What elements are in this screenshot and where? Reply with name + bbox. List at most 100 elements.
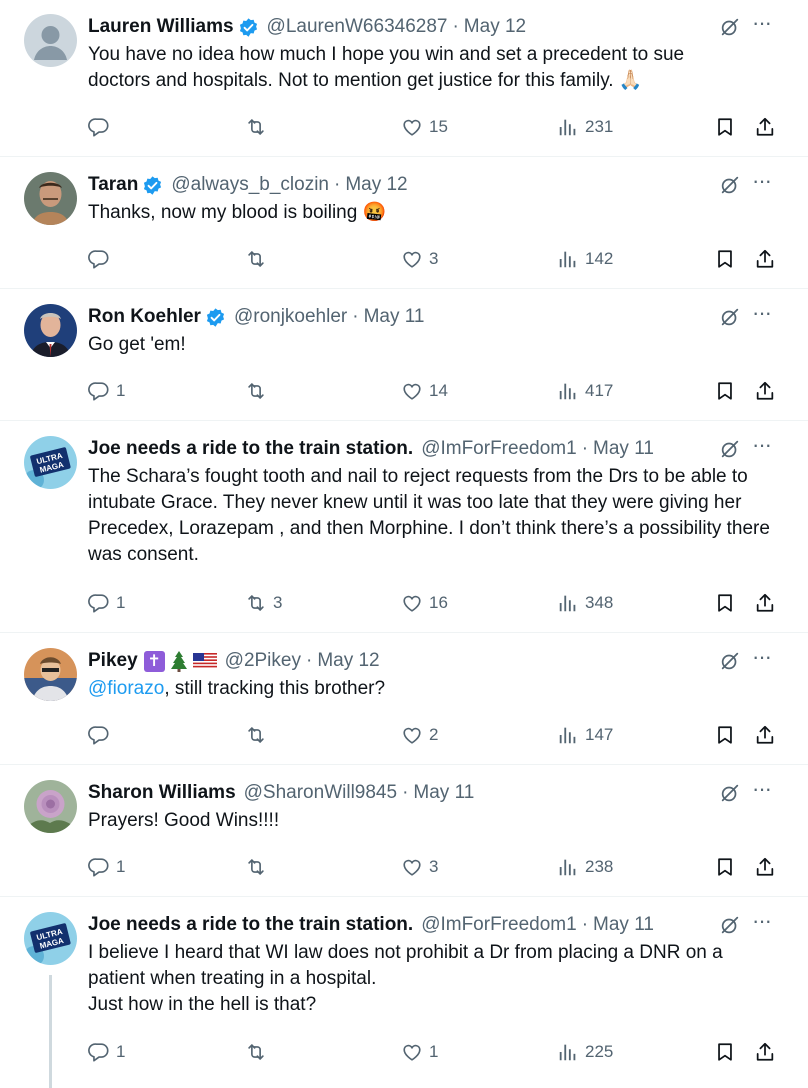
views-button[interactable]: 231: [557, 114, 613, 140]
reply-tweet[interactable]: Lauren Williams @LaurenW66346287 · May 1…: [0, 0, 808, 156]
views-button[interactable]: 238: [557, 854, 613, 880]
more-options-icon[interactable]: ···: [752, 778, 780, 802]
views-button[interactable]: 142: [557, 246, 613, 272]
user-handle[interactable]: @always_b_clozin: [171, 172, 329, 198]
reply-button[interactable]: 1: [88, 1039, 125, 1065]
tweet-date[interactable]: May 12: [317, 648, 379, 674]
reply-tweet[interactable]: Sharon Williams @SharonWill9845 · May 11…: [0, 766, 808, 896]
reply-tweet[interactable]: ULTRA MAGA Joe needs a ride to the train …: [0, 898, 808, 1088]
retweet-button[interactable]: 3: [245, 590, 282, 616]
tweet-date[interactable]: May 11: [413, 780, 474, 806]
more-options-icon[interactable]: ···: [752, 170, 780, 194]
grok-icon[interactable]: [719, 306, 741, 328]
retweet-button[interactable]: [245, 1039, 267, 1065]
grok-icon[interactable]: [719, 782, 741, 804]
avatar[interactable]: ULTRA MAGA: [24, 912, 77, 965]
separator-dot: ·: [352, 306, 359, 327]
reply-tweet[interactable]: Pikey ✝ @2Pikey · May 12 ··· @fiorazo, s…: [0, 634, 808, 764]
reply-button[interactable]: [88, 246, 110, 272]
user-handle[interactable]: @SharonWill9845: [244, 780, 397, 806]
retweet-button[interactable]: [245, 722, 267, 748]
tweet-date[interactable]: May 12: [345, 172, 407, 198]
reply-button[interactable]: [88, 722, 110, 748]
bookmark-button[interactable]: [714, 722, 736, 748]
more-options-icon[interactable]: ···: [752, 302, 780, 326]
views-chart-icon: [557, 856, 579, 878]
reply-button[interactable]: 1: [88, 854, 125, 880]
verified-badge-icon[interactable]: [142, 175, 163, 196]
more-options-icon[interactable]: ···: [752, 12, 780, 36]
bookmark-button[interactable]: [714, 1039, 736, 1065]
grok-icon[interactable]: [719, 438, 741, 460]
display-name[interactable]: Joe needs a ride to the train station.: [88, 436, 413, 462]
share-button[interactable]: [754, 114, 776, 140]
retweet-button[interactable]: [245, 854, 267, 880]
views-button[interactable]: 348: [557, 590, 613, 616]
avatar[interactable]: [24, 172, 77, 225]
grok-icon[interactable]: [719, 16, 741, 38]
reply-tweet[interactable]: Taran @always_b_clozin · May 12 ··· Than…: [0, 158, 808, 288]
tweet-text-line: patient when treating in a hospital.: [88, 968, 377, 989]
more-options-icon[interactable]: ···: [752, 646, 780, 670]
reply-button[interactable]: [88, 114, 110, 140]
reply-tweet[interactable]: Ron Koehler @ronjkoehler · May 11 ··· Go…: [0, 290, 808, 420]
user-handle[interactable]: @LaurenW66346287: [267, 14, 448, 40]
views-button[interactable]: 225: [557, 1039, 613, 1065]
like-button[interactable]: 3: [401, 246, 438, 272]
avatar[interactable]: ULTRA MAGA: [24, 436, 77, 489]
reply-tweet[interactable]: ULTRA MAGA Joe needs a ride to the train …: [0, 422, 808, 632]
mention-link[interactable]: @fiorazo: [88, 678, 164, 699]
like-button[interactable]: 2: [401, 722, 438, 748]
share-button[interactable]: [754, 722, 776, 748]
tweet-date[interactable]: May 12: [464, 14, 526, 40]
display-name[interactable]: Pikey: [88, 648, 138, 674]
display-name[interactable]: Joe needs a ride to the train station.: [88, 912, 413, 938]
user-handle[interactable]: @ronjkoehler: [234, 304, 347, 330]
tweet-date[interactable]: May 11: [364, 304, 425, 330]
bookmark-button[interactable]: [714, 114, 736, 140]
bookmark-button[interactable]: [714, 590, 736, 616]
share-button[interactable]: [754, 378, 776, 404]
bookmark-button[interactable]: [714, 246, 736, 272]
reply-button[interactable]: 1: [88, 378, 125, 404]
display-name[interactable]: Lauren Williams: [88, 14, 234, 40]
tweet-date[interactable]: May 11: [593, 436, 654, 462]
retweet-button[interactable]: [245, 246, 267, 272]
share-button[interactable]: [754, 1039, 776, 1065]
like-button[interactable]: 14: [401, 378, 448, 404]
avatar[interactable]: [24, 780, 77, 833]
views-button[interactable]: 147: [557, 722, 613, 748]
like-button[interactable]: 16: [401, 590, 448, 616]
avatar[interactable]: [24, 648, 77, 701]
divider: [0, 764, 808, 765]
avatar[interactable]: [24, 14, 77, 67]
user-handle[interactable]: @ImForFreedom1: [421, 912, 577, 938]
more-options-icon[interactable]: ···: [752, 910, 780, 934]
bookmark-button[interactable]: [714, 378, 736, 404]
user-handle[interactable]: @ImForFreedom1: [421, 436, 577, 462]
bookmark-button[interactable]: [714, 854, 736, 880]
user-handle[interactable]: @2Pikey: [225, 648, 301, 674]
verified-badge-icon[interactable]: [205, 307, 226, 328]
views-button[interactable]: 417: [557, 378, 613, 404]
avatar[interactable]: [24, 304, 77, 357]
more-options-icon[interactable]: ···: [752, 434, 780, 458]
verified-badge-icon[interactable]: [238, 17, 259, 38]
like-button[interactable]: 3: [401, 854, 438, 880]
display-name[interactable]: Ron Koehler: [88, 304, 201, 330]
share-button[interactable]: [754, 590, 776, 616]
display-name[interactable]: Sharon Williams: [88, 780, 236, 806]
grok-icon[interactable]: [719, 650, 741, 672]
retweet-button[interactable]: [245, 114, 267, 140]
reply-button[interactable]: 1: [88, 590, 125, 616]
display-name[interactable]: Taran: [88, 172, 138, 198]
like-button[interactable]: 15: [401, 114, 448, 140]
retweet-button[interactable]: [245, 378, 267, 404]
tweet-date[interactable]: May 11: [593, 912, 654, 938]
share-button[interactable]: [754, 854, 776, 880]
reply-icon: [88, 248, 110, 270]
grok-icon[interactable]: [719, 174, 741, 196]
share-button[interactable]: [754, 246, 776, 272]
grok-icon[interactable]: [719, 914, 741, 936]
like-button[interactable]: 1: [401, 1039, 438, 1065]
